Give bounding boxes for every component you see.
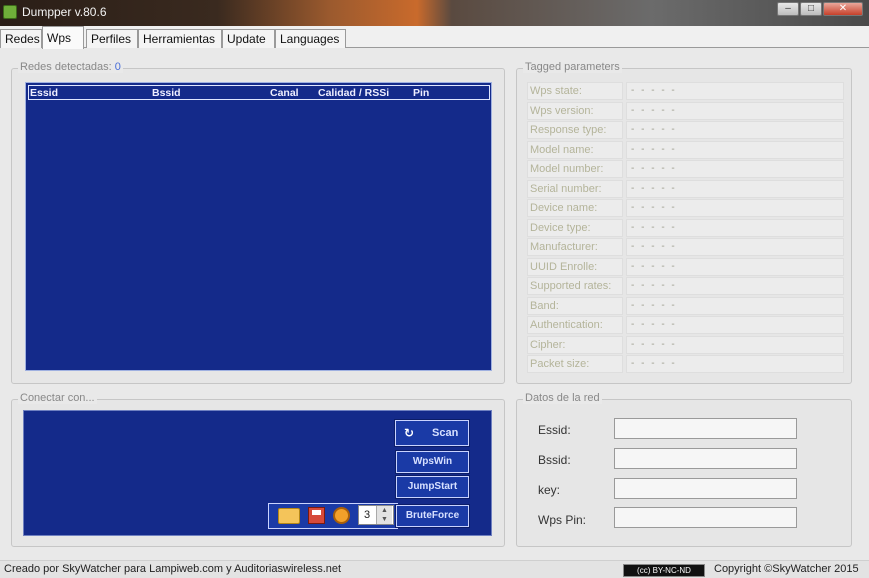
param-value: - - - - - bbox=[626, 257, 844, 276]
param-value: - - - - - bbox=[626, 335, 844, 354]
connect-group-title: Conectar con... bbox=[18, 392, 97, 404]
param-label: Response type: bbox=[527, 121, 623, 139]
param-value: - - - - - bbox=[626, 199, 844, 217]
param-label: Model number: bbox=[527, 160, 623, 178]
param-label: Cipher: bbox=[527, 335, 623, 354]
param-label: Device type: bbox=[527, 218, 623, 237]
title-bar: Dumpper v.80.6 – □ ✕ bbox=[0, 0, 869, 26]
networks-title: Redes detectadas: bbox=[20, 61, 112, 73]
param-value: - - - - - bbox=[626, 277, 844, 295]
param-value: - - - - - bbox=[626, 238, 844, 256]
gear-icon[interactable] bbox=[333, 507, 350, 524]
param-value: - - - - - bbox=[626, 296, 844, 315]
param-row: Model number: - - - - - bbox=[527, 160, 844, 179]
essid-field[interactable] bbox=[614, 418, 797, 439]
param-label: Device name: bbox=[527, 199, 623, 217]
param-row: Packet size: - - - - - bbox=[527, 355, 844, 374]
bssid-field[interactable] bbox=[614, 448, 797, 469]
key-field[interactable] bbox=[614, 478, 797, 499]
param-label: Model name: bbox=[527, 140, 623, 159]
folder-icon[interactable] bbox=[278, 508, 300, 524]
window-controls: – □ ✕ bbox=[777, 2, 863, 16]
param-row: Cipher: - - - - - bbox=[527, 335, 844, 355]
tab-update[interactable]: Update bbox=[222, 29, 275, 48]
wps-pin-field[interactable] bbox=[614, 507, 797, 528]
copyright-text: Copyright ©SkyWatcher 2015 bbox=[714, 563, 859, 575]
credits-text: Creado por SkyWatcher para Lampiweb.com … bbox=[4, 563, 342, 575]
param-label: Band: bbox=[527, 296, 623, 315]
scan-button[interactable]: ↻ Scan bbox=[394, 419, 470, 447]
tagged-parameters-title: Tagged parameters bbox=[523, 61, 622, 73]
param-label: Wps state: bbox=[527, 82, 623, 100]
param-label: Manufacturer: bbox=[527, 238, 623, 256]
wps-pin-label: Wps Pin: bbox=[538, 513, 587, 527]
tab-wps[interactable]: Wps bbox=[42, 26, 84, 49]
scan-icon: ↻ bbox=[404, 426, 415, 440]
app-icon bbox=[3, 5, 17, 19]
column-bssid[interactable]: Bssid bbox=[152, 87, 181, 99]
param-row: Supported rates: - - - - - bbox=[527, 277, 844, 296]
param-value: - - - - - bbox=[626, 179, 844, 198]
param-row: Band: - - - - - bbox=[527, 296, 844, 316]
param-value: - - - - - bbox=[626, 355, 844, 373]
jumpstart-button[interactable]: JumpStart bbox=[395, 475, 470, 499]
tab-redes[interactable]: Redes bbox=[0, 29, 42, 48]
networks-group-title: Redes detectadas: 0 bbox=[18, 61, 123, 73]
param-value: - - - - - bbox=[626, 316, 844, 334]
column-pin[interactable]: Pin bbox=[413, 87, 429, 99]
param-value: - - - - - bbox=[626, 121, 844, 139]
param-row: Device name: - - - - - bbox=[527, 199, 844, 218]
scan-label: Scan bbox=[432, 427, 459, 439]
bssid-label: Bssid: bbox=[538, 453, 571, 467]
status-bar: Creado por SkyWatcher para Lampiweb.com … bbox=[0, 560, 869, 578]
param-row: UUID Enrolle: - - - - - bbox=[527, 257, 844, 277]
param-row: Wps state: - - - - - bbox=[527, 82, 844, 101]
param-label: Serial number: bbox=[527, 179, 623, 198]
stepper-arrows[interactable]: ▲ ▼ bbox=[376, 506, 392, 524]
param-row: Authentication: - - - - - bbox=[527, 316, 844, 335]
param-row: Manufacturer: - - - - - bbox=[527, 238, 844, 257]
param-label: Authentication: bbox=[527, 316, 623, 334]
param-value: - - - - - bbox=[626, 101, 844, 120]
tab-languages[interactable]: Languages bbox=[275, 29, 346, 48]
param-row: Model name: - - - - - bbox=[527, 140, 844, 160]
tab-herramientas[interactable]: Herramientas bbox=[138, 29, 222, 48]
param-label: Wps version: bbox=[527, 101, 623, 120]
param-label: Packet size: bbox=[527, 355, 623, 373]
networks-count: 0 bbox=[114, 61, 121, 73]
param-row: Wps version: - - - - - bbox=[527, 101, 844, 121]
param-label: Supported rates: bbox=[527, 277, 623, 295]
tab-strip: Redes Wps Perfiles Herramientas Update L… bbox=[0, 26, 869, 49]
param-value: - - - - - bbox=[626, 140, 844, 159]
close-button[interactable]: ✕ bbox=[823, 2, 863, 16]
essid-label: Essid: bbox=[538, 423, 571, 437]
maximize-button[interactable]: □ bbox=[800, 2, 822, 16]
column-calidad[interactable]: Calidad / RSSi bbox=[318, 87, 389, 99]
param-value: - - - - - bbox=[626, 82, 844, 100]
window-title: Dumpper v.80.6 bbox=[22, 5, 107, 19]
tab-perfiles[interactable]: Perfiles bbox=[86, 29, 138, 48]
networks-list[interactable]: Essid Bssid Canal Calidad / RSSi Pin bbox=[25, 82, 492, 371]
networks-list-header: Essid Bssid Canal Calidad / RSSi Pin bbox=[28, 85, 490, 100]
param-value: - - - - - bbox=[626, 160, 844, 178]
param-value: - - - - - bbox=[626, 218, 844, 237]
param-row: Serial number: - - - - - bbox=[527, 179, 844, 199]
bruteforce-button[interactable]: BruteForce bbox=[395, 504, 470, 528]
param-row: Device type: - - - - - bbox=[527, 218, 844, 238]
minimize-button[interactable]: – bbox=[777, 2, 799, 16]
column-canal[interactable]: Canal bbox=[270, 87, 299, 99]
license-badge[interactable]: (cc) BY-NC-ND bbox=[623, 564, 705, 577]
param-row: Response type: - - - - - bbox=[527, 121, 844, 140]
network-data-title: Datos de la red bbox=[523, 392, 602, 404]
wpswin-button[interactable]: WpsWin bbox=[395, 450, 470, 474]
key-label: key: bbox=[538, 483, 561, 497]
save-icon[interactable] bbox=[308, 507, 325, 524]
param-label: UUID Enrolle: bbox=[527, 257, 623, 276]
column-essid[interactable]: Essid bbox=[30, 87, 58, 99]
